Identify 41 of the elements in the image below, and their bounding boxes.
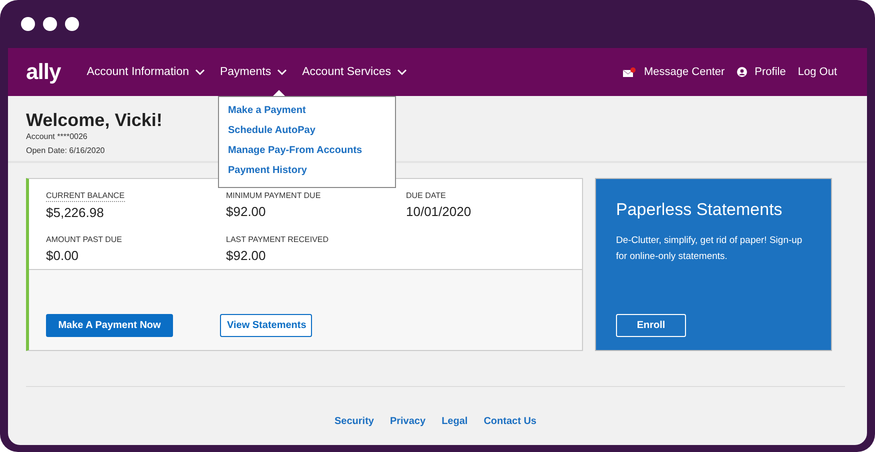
nav-menu[interactable]: Payments bbox=[220, 48, 288, 96]
field-value: $5,226.98 bbox=[46, 205, 104, 221]
nav-menu[interactable]: Account Services bbox=[302, 48, 407, 96]
nav-menu[interactable]: Account Information bbox=[86, 48, 205, 96]
profile-link[interactable]: Profile bbox=[736, 66, 786, 78]
chevron-down-icon bbox=[277, 69, 288, 75]
enroll-button[interactable]: Enroll bbox=[616, 314, 686, 337]
field-value: $92.00 bbox=[226, 204, 266, 220]
message-center-link[interactable]: Message Center bbox=[622, 66, 725, 78]
footer-link[interactable]: Privacy bbox=[390, 416, 426, 427]
dropdown-item[interactable]: Manage Pay-From Accounts bbox=[218, 143, 395, 163]
window-dot bbox=[21, 17, 35, 31]
window-dot bbox=[65, 17, 79, 31]
promo-text: De-Clutter, simplify, get rid of paper! Sign-up for online-only statements. bbox=[616, 234, 804, 264]
field-value: $92.00 bbox=[226, 248, 266, 264]
field-label: AMOUNT PAST DUE bbox=[46, 234, 122, 244]
dropdown-item[interactable]: Make a Payment bbox=[218, 103, 395, 123]
chevron-down-icon bbox=[194, 69, 205, 75]
field-label: DUE DATE bbox=[406, 191, 446, 201]
field-label: MINIMUM PAYMENT DUE bbox=[226, 191, 321, 201]
footer-link[interactable]: Security bbox=[334, 416, 374, 427]
make-payment-button[interactable]: Make A Payment Now bbox=[46, 314, 173, 337]
dropdown-item[interactable]: Schedule AutoPay bbox=[218, 123, 395, 143]
footer-link[interactable]: Contact Us bbox=[484, 416, 536, 427]
field-value: $0.00 bbox=[46, 248, 79, 264]
open-date: Open Date: 6/16/2020 bbox=[26, 145, 105, 157]
envelope-icon bbox=[622, 66, 636, 78]
logo[interactable]: ally bbox=[26, 61, 61, 83]
field-value: 10/01/2020 bbox=[406, 204, 472, 220]
promo-title: Paperless Statements bbox=[616, 199, 784, 221]
user-icon bbox=[736, 67, 747, 77]
dropdown-item[interactable]: Payment History bbox=[218, 163, 395, 183]
window-dot bbox=[43, 17, 57, 31]
chevron-down-icon bbox=[396, 69, 407, 75]
view-statements-button[interactable]: View Statements bbox=[220, 314, 312, 337]
welcome-heading: Welcome, Vicki! bbox=[26, 110, 162, 130]
logout-link[interactable]: Log Out bbox=[798, 66, 837, 78]
field-label: CURRENT BALANCE bbox=[46, 191, 125, 202]
account-number: Account ****0026 bbox=[26, 131, 88, 143]
field-label: LAST PAYMENT RECEIVED bbox=[226, 234, 329, 244]
footer-link[interactable]: Legal bbox=[442, 416, 468, 427]
